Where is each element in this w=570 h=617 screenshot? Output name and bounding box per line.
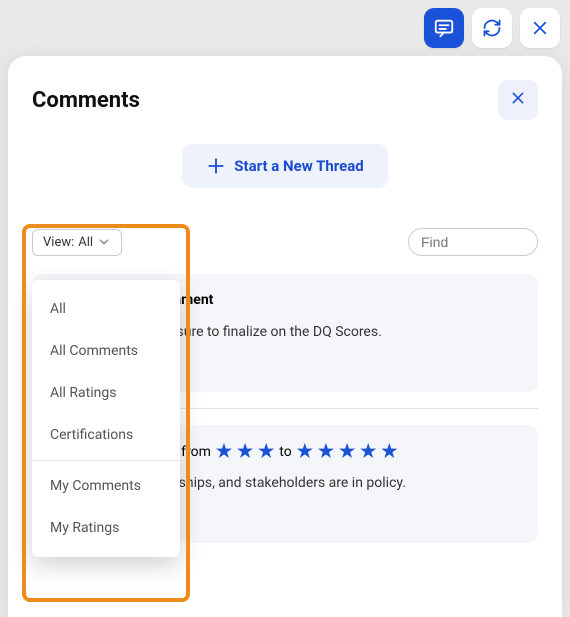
star-icon: ★	[237, 443, 253, 461]
chevron-down-icon	[97, 235, 111, 249]
star-icon: ★	[318, 443, 334, 461]
star-icon: ★	[258, 443, 274, 461]
find-input[interactable]	[408, 228, 538, 256]
plus-icon	[206, 156, 226, 176]
star-icon: ★	[216, 443, 232, 461]
close-icon	[531, 19, 549, 37]
dropdown-item-all-ratings[interactable]: All Ratings	[32, 372, 180, 414]
rating-to-label: to	[279, 444, 291, 460]
dropdown-item-all[interactable]: All	[32, 288, 180, 330]
panel-header: Comments	[32, 80, 538, 120]
star-icon: ★	[339, 443, 355, 461]
comments-toggle-button[interactable]	[424, 8, 464, 48]
star-icon: ★	[360, 443, 376, 461]
view-filter-dropdown-trigger[interactable]: View: All	[32, 229, 122, 256]
dropdown-item-all-comments[interactable]: All Comments	[32, 330, 180, 372]
filter-row: View: All	[32, 228, 538, 256]
close-panel-button[interactable]	[520, 8, 560, 48]
start-new-thread-label: Start a New Thread	[234, 157, 363, 175]
view-filter-dropdown: All All Comments All Ratings Certificati…	[32, 280, 180, 557]
dropdown-item-certifications[interactable]: Certifications	[32, 414, 180, 456]
view-filter-label: View:	[43, 235, 74, 250]
panel-title: Comments	[32, 88, 140, 113]
dropdown-item-my-comments[interactable]: My Comments	[32, 465, 180, 507]
close-icon	[510, 90, 526, 110]
star-icon: ★	[297, 443, 313, 461]
start-new-thread-button[interactable]: Start a New Thread	[182, 144, 387, 188]
panel-close-button[interactable]	[498, 80, 538, 120]
comment-icon	[433, 17, 455, 39]
star-icon: ★	[381, 443, 397, 461]
new-thread-row: Start a New Thread	[32, 144, 538, 188]
view-filter-value: All	[78, 235, 93, 250]
rating-from-label: from	[181, 444, 211, 460]
top-toolbar	[0, 0, 570, 56]
dropdown-divider	[32, 460, 180, 461]
refresh-button[interactable]	[472, 8, 512, 48]
refresh-icon	[482, 18, 502, 38]
dropdown-item-my-ratings[interactable]: My Ratings	[32, 507, 180, 549]
